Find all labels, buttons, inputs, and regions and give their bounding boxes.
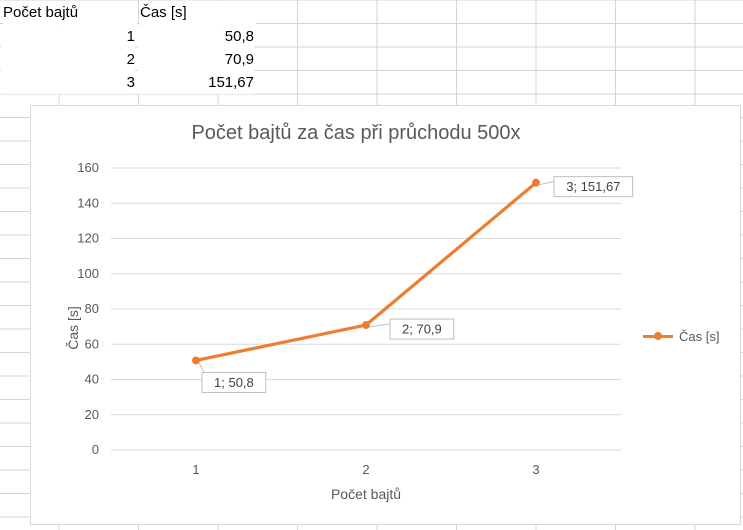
header-cell-bytes[interactable]: Počet bajtů [3, 1, 137, 24]
data-point [532, 178, 540, 187]
x-tick-label: 3 [532, 462, 539, 477]
y-tick-label: 160 [77, 160, 99, 175]
legend: Čas [s] [643, 329, 719, 344]
data-label: 1; 50,8 [214, 375, 254, 390]
cell-time-1[interactable]: 50,8 [138, 25, 254, 48]
line-chart[interactable]: Počet bajtů za čas při průchodu 500x Čas… [30, 105, 741, 525]
series-line [195, 181, 538, 363]
data-label: 3; 151,67 [566, 179, 620, 194]
data-label: 2; 70,9 [402, 322, 442, 337]
y-tick-label: 120 [77, 231, 99, 246]
legend-label: Čas [s] [679, 329, 720, 344]
y-tick-label: 140 [77, 195, 99, 210]
y-tick-label: 80 [85, 301, 99, 316]
y-tick-label: 40 [85, 372, 99, 387]
cell-bytes-3[interactable]: 3 [1, 71, 135, 94]
y-tick-label: 0 [92, 442, 99, 457]
y-tick-label: 100 [77, 266, 99, 281]
cell-time-3[interactable]: 151,67 [138, 71, 254, 94]
plot-area: 0 20 40 60 80 100 120 140 160 1 2 3 1; 50,8 2; 70,9 3;… [77, 160, 634, 477]
y-tick-label: 20 [85, 407, 99, 422]
header-cell-time[interactable]: Čas [s] [140, 1, 256, 24]
data-point [362, 321, 370, 330]
cell-time-2[interactable]: 70,9 [138, 48, 254, 71]
x-tick-label: 2 [362, 462, 369, 477]
legend-swatch [643, 332, 673, 340]
cell-bytes-2[interactable]: 2 [1, 48, 135, 71]
y-tick-label: 60 [85, 336, 99, 351]
cell-bytes-1[interactable]: 1 [1, 25, 135, 48]
data-point [192, 356, 200, 365]
x-tick-label: 1 [192, 462, 199, 477]
